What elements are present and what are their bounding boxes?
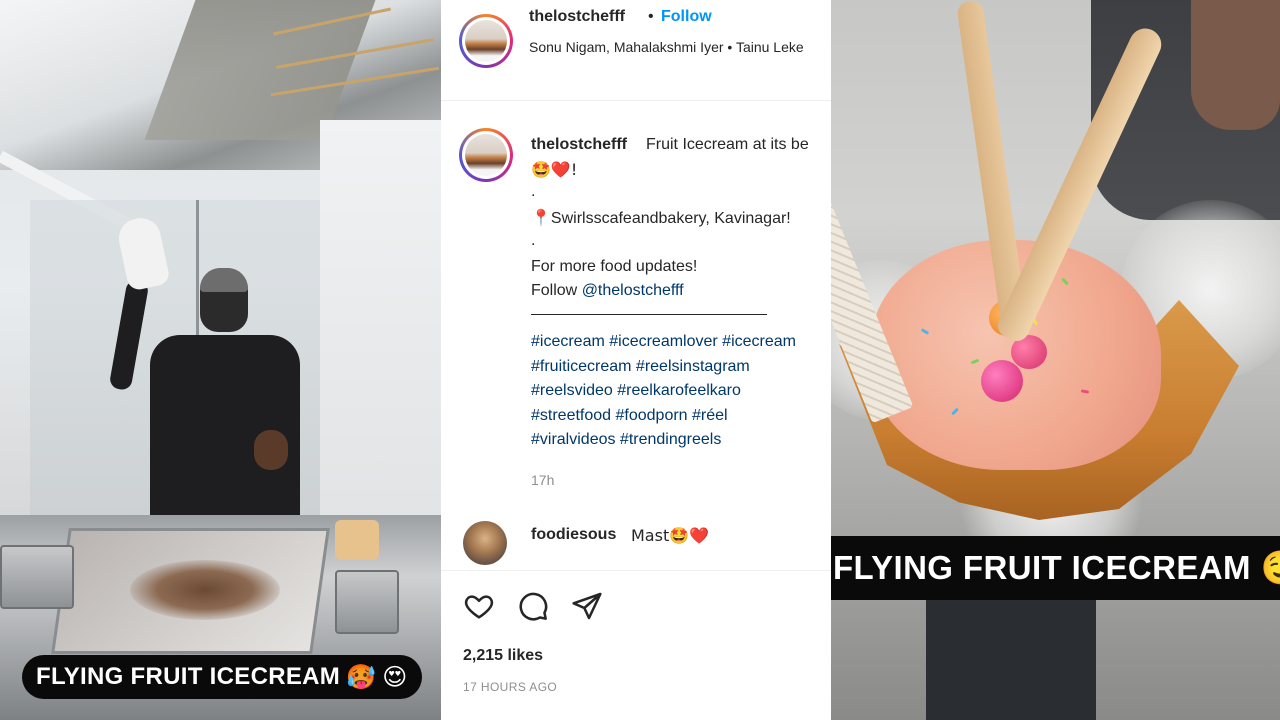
mention-link[interactable]: @thelostchefff	[582, 282, 684, 299]
paper-plane-icon[interactable]	[571, 590, 603, 622]
comment-username[interactable]: foodiesous	[531, 526, 616, 544]
follow-button[interactable]: Follow	[661, 8, 712, 26]
instagram-post-panel: thelostchefff • Follow Sonu Nigam, Mahal…	[441, 0, 831, 720]
dark-cup	[926, 600, 1096, 720]
right-video-frame: FLYING FRUIT ICECREAM 🤤😍	[831, 0, 1280, 720]
profile-avatar[interactable]	[459, 14, 513, 68]
chef-hand	[254, 430, 288, 470]
caption-dot: .	[531, 183, 536, 200]
right-video-caption: FLYING FRUIT ICECREAM 🤤😍	[831, 536, 1280, 600]
hashtag-block: #icecream #icecreamlover #icecream #frui…	[531, 330, 831, 453]
utility-pole	[196, 200, 199, 340]
candy-magenta	[981, 360, 1023, 402]
topping-bin	[0, 545, 74, 609]
comment-bubble-icon[interactable]	[517, 590, 549, 622]
avatar-image	[465, 134, 507, 176]
caption-updates: For more food updates!	[531, 258, 698, 275]
header-username[interactable]: thelostchefff	[529, 8, 625, 26]
caption-timestamp[interactable]: 17h	[531, 472, 554, 488]
caption-text: FLYING FRUIT ICECREAM	[36, 663, 341, 690]
caption-location: 📍Swirlsscafeandbakery, Kavinagar!	[531, 210, 791, 227]
hashtag-line[interactable]: #fruiticecream #reelsinstagram	[531, 355, 831, 380]
left-video-frame: FLYING FRUIT ICECREAM 🥵 😍	[0, 0, 441, 720]
hashtag-line[interactable]: #reelsvideo #reelkarofeelkaro	[531, 379, 831, 404]
topping-bin	[335, 570, 399, 634]
chocolate-mix	[130, 560, 280, 620]
caption-text: FLYING FRUIT ICECREAM	[833, 549, 1251, 586]
caption-follow-line: Follow @thelostchefff	[531, 282, 684, 300]
avatar-image	[465, 20, 507, 62]
caption-divider	[531, 314, 767, 315]
posted-time[interactable]: 17 HOURS AGO	[463, 680, 557, 694]
post-header: thelostchefff • Follow Sonu Nigam, Mahal…	[441, 0, 831, 101]
caption-dot: .	[531, 232, 536, 249]
hashtag-line[interactable]: #icecream #icecreamlover #icecream	[531, 330, 831, 355]
heart-outline-icon[interactable]	[463, 590, 495, 622]
likes-count[interactable]: 2,215 likes	[463, 647, 543, 665]
left-video-caption: FLYING FRUIT ICECREAM 🥵 😍	[22, 655, 422, 699]
caption-title: Fruit Icecream at its be	[646, 136, 809, 153]
audio-info[interactable]: Sonu Nigam, Mahalakshmi Iyer • Tainu Lek…	[529, 36, 819, 58]
comment-text: Mast🤩❤️	[631, 526, 710, 545]
avatar-ring	[462, 17, 510, 65]
heart-eyes-emoji-icon: 😍	[382, 663, 408, 691]
caption-emoji-line: 🤩❤️!	[531, 160, 578, 179]
drooling-emoji-icon: 🤤	[1260, 548, 1280, 587]
avatar-ring	[462, 131, 510, 179]
hashtag-line[interactable]: #viralvideos #trendingreels	[531, 428, 831, 453]
caption-username[interactable]: thelostchefff	[531, 136, 627, 154]
header-separator: •	[648, 8, 654, 25]
hashtag-line[interactable]: #streetfood #foodporn #réel	[531, 404, 831, 429]
cone-pot	[335, 520, 379, 560]
follow-prefix: Follow	[531, 282, 582, 299]
person-arm	[1191, 0, 1280, 130]
hot-face-emoji-icon: 🥵	[346, 663, 377, 691]
actions-divider	[441, 570, 831, 571]
commenter-avatar[interactable]	[463, 521, 507, 565]
caption-avatar[interactable]	[459, 128, 513, 182]
